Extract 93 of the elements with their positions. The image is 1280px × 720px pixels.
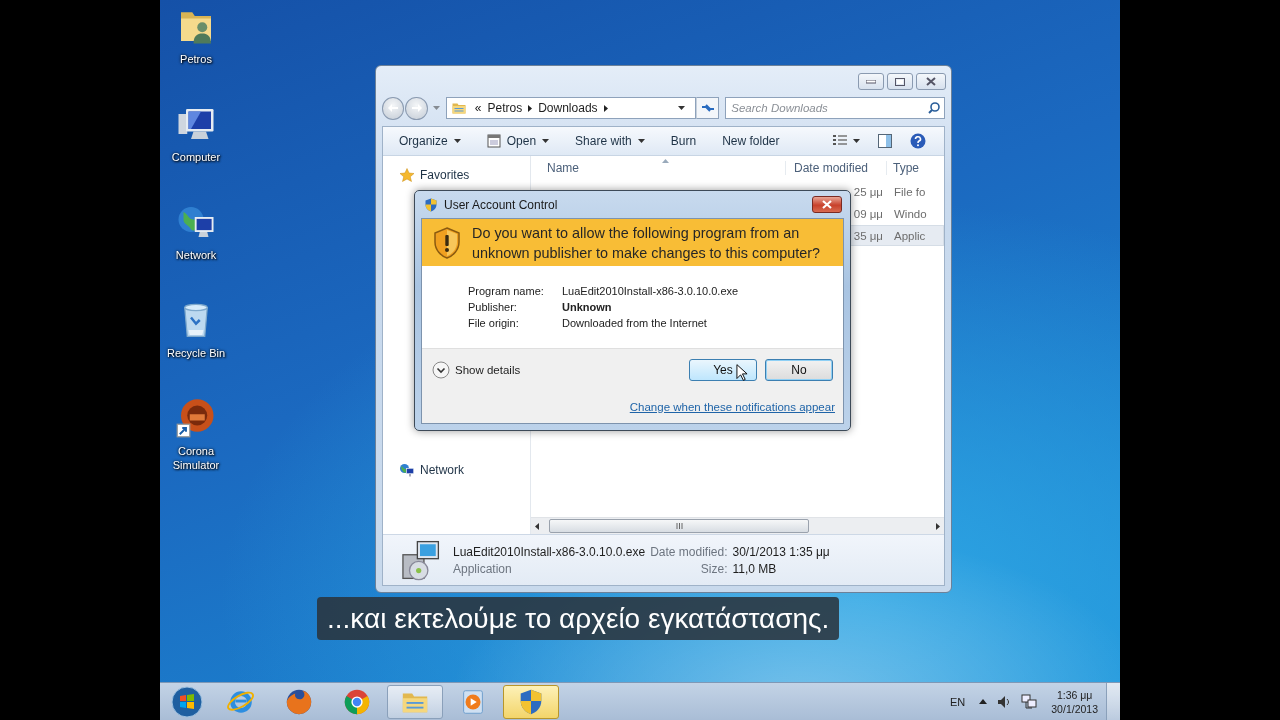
field-value: Unknown [562, 300, 613, 314]
toolbar-button[interactable]: Burn [664, 129, 703, 153]
chevron-right-icon[interactable] [603, 104, 608, 112]
dialog-button[interactable]: No [765, 359, 833, 381]
breadcrumb-item[interactable]: Petros [487, 101, 523, 115]
scrollbar-thumb[interactable] [549, 519, 809, 533]
detail-label: Size: [699, 561, 728, 576]
maximize-button[interactable] [887, 73, 913, 90]
network-icon [399, 462, 415, 478]
file-name: LuaEdit2010Install-x86-3.0.10.0.exe [453, 544, 646, 559]
close-button[interactable] [812, 196, 842, 213]
taskbar-button[interactable] [503, 684, 559, 719]
search-field[interactable]: Search Downloads [725, 97, 945, 119]
arrow-left-icon [388, 104, 399, 112]
help-icon [910, 133, 926, 149]
table-cell: 09 μμ [853, 207, 883, 220]
column-header[interactable]: Date modified [785, 161, 886, 175]
toolbar-button[interactable]: Share with [569, 129, 651, 153]
start-orb-icon [171, 685, 203, 718]
column-header[interactable]: Type [886, 161, 944, 175]
language-indicator[interactable]: EN [950, 695, 966, 708]
dialog-question: Do you want to allow the following program from an unknown publisher to make changes to this computer? [472, 223, 821, 263]
dropdown-caret-icon [677, 106, 685, 110]
scroll-left-icon[interactable] [535, 522, 539, 530]
chevron-down-icon [432, 361, 450, 379]
breadcrumb-item[interactable]: Downloads [538, 101, 598, 115]
horizontal-scrollbar[interactable] [531, 517, 944, 534]
desktop-icon-label[interactable]: Computer [171, 150, 221, 164]
grip-icon [675, 523, 683, 529]
network-status-icon[interactable] [1021, 693, 1038, 710]
file-type: Application [453, 561, 513, 576]
installer-icon [399, 539, 441, 581]
toolbar-button[interactable]: Organize [393, 129, 467, 153]
warning-shield-icon [433, 226, 461, 259]
field-value: Downloaded from the Internet [562, 316, 708, 330]
preview-pane-icon [878, 134, 892, 148]
desktop-icon-label[interactable]: Petros [180, 52, 212, 66]
arrow-right-icon [411, 104, 422, 112]
maximize-icon [895, 77, 905, 86]
caret-icon [542, 139, 550, 143]
app-shortcut-icon[interactable] [176, 398, 216, 438]
show-hidden-icons-icon[interactable] [979, 699, 988, 704]
close-icon [822, 200, 832, 209]
forward-button[interactable] [405, 96, 428, 120]
detail-label: Date modified: [650, 544, 728, 559]
field-value: LuaEdit2010Install-x86-3.0.10.0.exe [562, 284, 739, 298]
clock-date[interactable]: 30/1/2013 [1051, 701, 1098, 716]
detail-value: 11,0 MB [732, 561, 778, 576]
caret-icon [853, 139, 860, 143]
star-icon [399, 167, 415, 183]
table-cell: File fo [894, 185, 926, 198]
recent-pages-caret-icon [432, 106, 440, 110]
speaker-icon[interactable] [997, 694, 1012, 709]
minimize-icon [866, 79, 876, 84]
show-details-toggle[interactable]: Show details [432, 361, 521, 379]
caret-icon [637, 139, 645, 143]
shield-icon [423, 196, 439, 213]
caret-icon [453, 139, 461, 143]
refresh-button[interactable] [695, 97, 720, 119]
field-label: Program name: [468, 284, 545, 298]
detail-value: 30/1/2013 1:35 μμ [732, 544, 830, 559]
search-icon [928, 102, 940, 114]
column-header[interactable]: Name [531, 161, 785, 175]
field-label: Publisher: [468, 300, 518, 314]
toolbar-button[interactable]: New folder [716, 129, 786, 153]
nav-item[interactable]: Network [383, 461, 530, 479]
clock-time[interactable]: 1:36 μμ [1056, 687, 1093, 702]
field-label: File origin: [468, 316, 520, 330]
desktop-icon-label[interactable]: Corona Simulator [160, 444, 232, 472]
subtitle-caption: ...και εκτελούμε το αρχείο εγκατάστασης. [317, 597, 840, 640]
close-icon [926, 77, 936, 86]
list-view-icon [833, 135, 847, 147]
address-bar[interactable]: « Petros Downloads [445, 97, 696, 119]
notification-settings-link[interactable]: Change when these notifications appear [629, 401, 835, 413]
nav-item[interactable]: Favorites [383, 166, 530, 184]
sort-arrow-icon [662, 159, 669, 163]
close-button[interactable] [916, 73, 946, 90]
toolbar-button[interactable]: Open [480, 129, 556, 153]
breadcrumb-overflow[interactable]: « [474, 101, 482, 115]
refresh-icon [700, 102, 715, 114]
dialog-button[interactable]: Yes [689, 359, 757, 381]
desktop-icon-label[interactable]: Recycle Bin [166, 346, 226, 360]
table-cell: Applic [894, 229, 926, 242]
chevron-right-icon[interactable] [528, 104, 533, 112]
scroll-right-icon[interactable] [936, 522, 940, 530]
document-icon [486, 134, 501, 148]
mouse-cursor-icon [736, 363, 748, 382]
back-button[interactable] [382, 96, 405, 120]
dialog-title: User Account Control [444, 197, 558, 212]
table-cell: 25 μμ [853, 185, 883, 198]
table-cell: 35 μμ [853, 229, 883, 242]
table-cell: Windo [894, 207, 927, 220]
desktop-icon-label[interactable]: Network [175, 248, 217, 262]
